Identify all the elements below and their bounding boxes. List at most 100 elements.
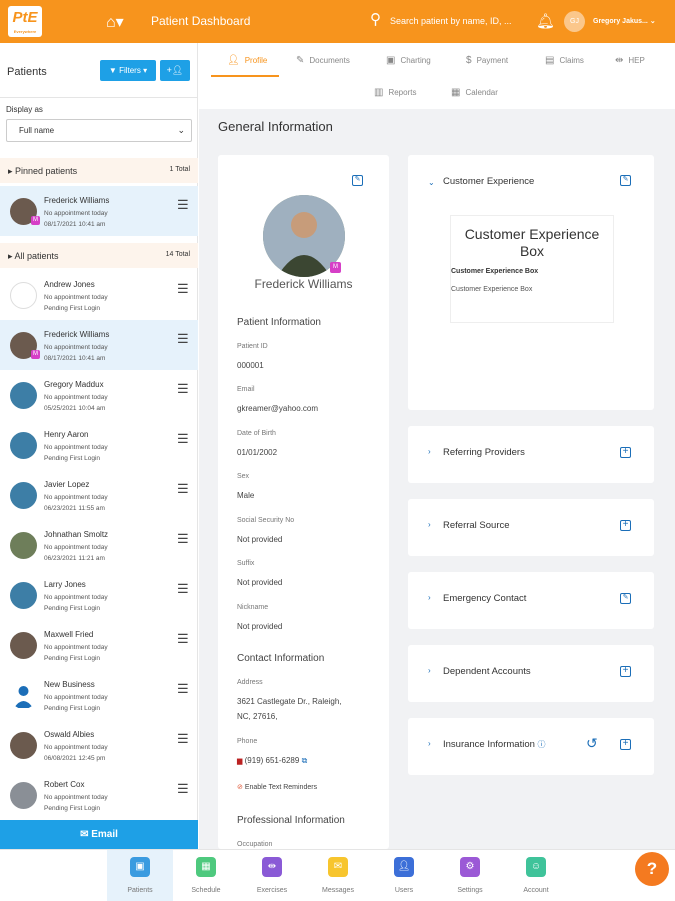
help-button[interactable]: ?: [635, 852, 669, 886]
nav-exercises-label: Exercises: [256, 887, 288, 894]
bell-icon[interactable]: 🔔︎: [536, 12, 555, 30]
list-item[interactable]: Johnathan Smoltz No appointment today 06…: [0, 520, 198, 570]
referral-source-card[interactable]: › Referral Source +: [408, 499, 654, 556]
address-label: Address: [237, 679, 263, 686]
patient-appointment: No appointment today: [44, 644, 108, 651]
chevron-down-icon[interactable]: ⌄: [428, 178, 435, 187]
add-icon[interactable]: +: [620, 520, 631, 531]
list-item[interactable]: Andrew Jones No appointment today Pendin…: [0, 270, 198, 320]
list-item[interactable]: Henry Aaron No appointment today Pending…: [0, 420, 198, 470]
alert-icon: ⊘: [237, 784, 243, 791]
list-item[interactable]: M Frederick Williams No appointment toda…: [0, 320, 198, 370]
email-button[interactable]: ✉ Email: [0, 820, 198, 849]
menu-icon[interactable]: ☰: [177, 431, 189, 447]
app-logo[interactable]: PtE Everywhere: [8, 6, 42, 37]
phone-label: Phone: [237, 738, 258, 745]
text-reminders-label: Enable Text Reminders: [244, 784, 318, 791]
list-item[interactable]: Robert Cox No appointment today Pending …: [0, 770, 198, 820]
patient-appointment: No appointment today: [44, 744, 108, 751]
nav-account[interactable]: ☺ Account: [503, 850, 569, 901]
insurance-information-card[interactable]: › Insurance Information ⓘ ↺ +: [408, 718, 654, 775]
text-reminders-row[interactable]: ⊘ Enable Text Reminders: [237, 780, 317, 795]
chevron-right-icon: ›: [428, 520, 431, 529]
tab-claims[interactable]: ▤ Claims: [545, 55, 584, 66]
all-patients-section-header[interactable]: ▸ All patients 14 Total: [0, 243, 198, 268]
patient-last-login: 06/23/2021 11:55 am: [44, 505, 105, 512]
home-icon[interactable]: ⌂▾: [106, 12, 124, 32]
nav-schedule[interactable]: ▦ Schedule: [173, 850, 239, 901]
nickname-label: Nickname: [237, 604, 269, 611]
tab-profile[interactable]: 👤︎ Profile: [227, 55, 267, 66]
add-icon[interactable]: +: [620, 666, 631, 677]
history-icon[interactable]: ↺: [586, 735, 598, 752]
profile-tabs: 👤︎ Profile ✎ Documents ▣ Charting $ Payment …: [199, 43, 675, 109]
dependent-accounts-card[interactable]: › Dependent Accounts +: [408, 645, 654, 702]
display-as-select[interactable]: Full name ⌄: [6, 119, 192, 142]
avatar[interactable]: GJ: [564, 11, 585, 32]
tab-documents[interactable]: ✎ Documents: [296, 55, 350, 66]
emergency-contact-card[interactable]: › Emergency Contact ✎: [408, 572, 654, 629]
main-content: General Information ✎ M Frederick Willia…: [199, 109, 675, 849]
chart-icon: ▣: [386, 55, 396, 66]
tab-charting[interactable]: ▣ Charting: [386, 55, 431, 66]
menu-icon[interactable]: ☰: [177, 681, 189, 697]
patient-appointment: No appointment today: [44, 494, 108, 501]
nav-patients-label: Patients: [127, 887, 153, 894]
list-item[interactable]: Gregory Maddux No appointment today 05/2…: [0, 370, 198, 420]
menu-icon[interactable]: ☰: [177, 381, 189, 397]
search-input[interactable]: Search patient by name, ID, ...: [390, 16, 512, 26]
nav-patients[interactable]: ▣ Patients: [107, 850, 173, 901]
account-icon: ☺: [526, 857, 546, 877]
list-item[interactable]: Larry Jones No appointment today Pending…: [0, 570, 198, 620]
tab-calendar[interactable]: ▦ Calendar: [451, 87, 498, 98]
menu-icon[interactable]: ☰: [177, 581, 189, 597]
patient-last-login: Pending First Login: [44, 455, 101, 462]
filters-button[interactable]: ▼ Filters ▾: [100, 60, 156, 81]
nav-settings[interactable]: ⚙ Settings: [437, 850, 503, 901]
edit-icon[interactable]: ✎: [620, 593, 631, 604]
sex-value: Male: [237, 491, 255, 500]
edit-icon[interactable]: ✎: [352, 175, 363, 186]
list-item[interactable]: Oswald Albies No appointment today 06/08…: [0, 720, 198, 770]
nav-messages[interactable]: ✉ Messages: [305, 850, 371, 901]
menu-icon[interactable]: ☰: [177, 631, 189, 647]
copy-icon[interactable]: ⧉: [302, 756, 308, 765]
patient-appointment: No appointment today: [44, 794, 108, 801]
add-icon[interactable]: +: [620, 739, 631, 750]
tab-payment[interactable]: $ Payment: [466, 55, 508, 66]
dependent-accounts-title: Dependent Accounts: [443, 666, 531, 677]
phone-value: (919) 651-6289: [244, 756, 300, 765]
tab-claims-label: Claims: [559, 56, 584, 65]
menu-icon[interactable]: ☰: [177, 281, 189, 297]
add-icon[interactable]: +: [620, 447, 631, 458]
nav-users[interactable]: 👤︎ Users: [371, 850, 437, 901]
menu-icon[interactable]: ☰: [177, 531, 189, 547]
menu-icon[interactable]: ☰: [177, 197, 189, 213]
patient-appointment: No appointment today: [44, 344, 108, 351]
menu-icon[interactable]: ☰: [177, 781, 189, 797]
nav-exercises[interactable]: ⇹ Exercises: [239, 850, 305, 901]
list-item[interactable]: Maxwell Fried No appointment today Pendi…: [0, 620, 198, 670]
menu-icon[interactable]: ☰: [177, 331, 189, 347]
referring-providers-card[interactable]: › Referring Providers +: [408, 426, 654, 483]
add-patient-button[interactable]: +👤︎: [160, 60, 190, 81]
tab-hep[interactable]: ⇹ HEP: [615, 55, 645, 66]
edit-icon[interactable]: ✎: [620, 175, 631, 186]
menu-icon[interactable]: ☰: [177, 731, 189, 747]
list-item[interactable]: New Business No appointment today Pendin…: [0, 670, 198, 720]
help-circle-icon[interactable]: ⓘ: [538, 740, 546, 749]
list-item[interactable]: Javier Lopez No appointment today 06/23/…: [0, 470, 198, 520]
patient-name: New Business: [44, 680, 95, 689]
pinned-section-header[interactable]: ▸ Pinned patients 1 Total: [0, 158, 198, 183]
address-line2: NC, 27616,: [237, 712, 278, 721]
list-item[interactable]: M Frederick Williams No appointment toda…: [0, 186, 198, 236]
page-title: Patient Dashboard: [151, 14, 251, 28]
menu-icon[interactable]: ☰: [177, 481, 189, 497]
nav-settings-label: Settings: [457, 887, 483, 894]
user-menu[interactable]: Gregory Jakus... ⌄: [593, 17, 656, 25]
file-icon: ▤: [545, 55, 555, 66]
tab-reports[interactable]: ▥ Reports: [374, 87, 416, 98]
ssn-value: Not provided: [237, 535, 283, 544]
chevron-down-icon: ▾: [143, 66, 148, 75]
dob-label: Date of Birth: [237, 430, 276, 437]
